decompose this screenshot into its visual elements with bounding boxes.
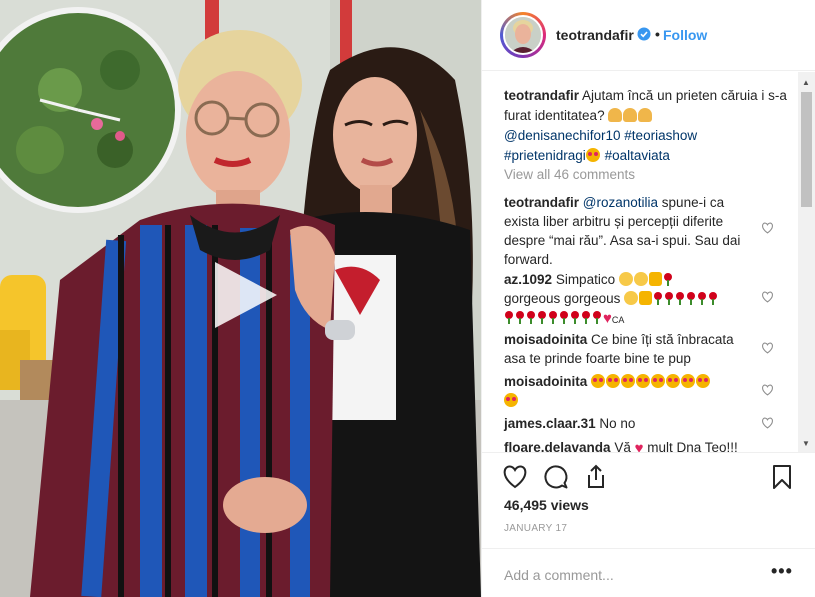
verified-badge-icon	[637, 27, 651, 41]
pray-emoji	[608, 108, 623, 122]
avatar[interactable]	[503, 15, 543, 55]
comment-text: Vă	[614, 440, 631, 452]
red-heart-emoji: ♥	[634, 440, 644, 452]
heart-eyes-emoji	[504, 393, 518, 407]
scream-emoji	[633, 272, 648, 286]
comment-mention[interactable]: @rozanotilia	[583, 195, 658, 210]
play-button[interactable]	[207, 258, 281, 332]
comment-like-heart-icon[interactable]	[761, 291, 774, 303]
comment-like-heart-icon[interactable]	[761, 384, 774, 396]
comment-like-heart-icon[interactable]	[761, 222, 774, 234]
rose-emoji	[581, 310, 591, 324]
views-count[interactable]: 46,495 views	[504, 497, 589, 513]
more-options-button[interactable]: •••	[771, 561, 793, 582]
comment-text: mult Dna Teo!!!	[647, 440, 738, 452]
comment-item: moisadoinita Ce bine îți stă înbracata a…	[504, 330, 756, 368]
rose-emoji	[526, 310, 536, 324]
caption-username[interactable]: teotrandafir	[504, 88, 579, 103]
caption-mention[interactable]: @denisanechifor10	[504, 128, 621, 143]
comment-username[interactable]: az.1092	[504, 272, 552, 287]
red-heart-emoji: ♥	[603, 310, 612, 327]
rose-emoji	[592, 310, 602, 324]
heart-eyes-emoji	[651, 374, 666, 388]
heart-eyes-emoji	[681, 374, 696, 388]
comment-text: Simpatico	[555, 272, 616, 287]
heart-eyes-emoji	[621, 374, 636, 388]
comments-list[interactable]: teotrandafir Ajutam încă un prieten căru…	[482, 72, 815, 452]
heart-eyes-emoji	[696, 374, 711, 388]
follow-button[interactable]: Follow	[663, 27, 707, 43]
scream-emoji	[624, 291, 639, 305]
post-header: teotrandafir • Follow	[482, 0, 815, 71]
pray-emoji	[638, 108, 653, 122]
scrollbar-thumb[interactable]	[801, 92, 812, 207]
caption-hashtag[interactable]: #prietenidragi	[504, 148, 586, 163]
scroll-down-arrow-icon[interactable]: ▼	[802, 439, 810, 448]
post-caption: teotrandafir Ajutam încă un prieten căru…	[504, 86, 794, 166]
comment-icon[interactable]	[543, 464, 569, 490]
rose-emoji	[663, 272, 673, 286]
heart-eyes-emoji	[606, 374, 621, 388]
comment-like-heart-icon[interactable]	[761, 417, 774, 429]
comment-username[interactable]: james.claar.31	[504, 416, 596, 431]
rose-emoji	[515, 310, 525, 324]
avatar-image	[505, 17, 541, 53]
rose-emoji	[675, 291, 685, 305]
comment-username[interactable]: teotrandafir	[504, 195, 579, 210]
comment-text: gorgeous gorgeous	[504, 291, 621, 306]
share-icon[interactable]	[583, 464, 609, 490]
heart-eyes-emoji	[591, 374, 606, 388]
rose-emoji	[559, 310, 569, 324]
add-comment-section: •••	[482, 548, 815, 597]
comment-item: moisadoinita	[504, 372, 756, 410]
view-all-comments-link[interactable]: View all 46 comments	[504, 167, 635, 182]
heart-eyes-emoji	[585, 148, 600, 162]
post-date: JANUARY 17	[504, 523, 568, 534]
rose-emoji	[664, 291, 674, 305]
scream-emoji	[618, 272, 633, 286]
post-video[interactable]	[0, 0, 481, 597]
comment-username[interactable]: moisadoinita	[504, 374, 587, 389]
rose-emoji	[548, 310, 558, 324]
post-actions: 46,495 views JANUARY 17 •••	[482, 452, 815, 597]
rose-emoji	[708, 291, 718, 305]
comment-text: No no	[599, 416, 636, 431]
heart-eyes-emoji	[666, 374, 681, 388]
thumbs-up-emoji	[648, 272, 662, 286]
scroll-up-arrow-icon[interactable]: ▲	[802, 78, 810, 87]
pray-emoji	[623, 108, 638, 122]
flag-suffix: CA	[611, 315, 625, 325]
thumbs-up-emoji	[639, 291, 653, 305]
caption-hashtag[interactable]: #oaltaviata	[605, 148, 670, 163]
post-author-username[interactable]: teotrandafir	[556, 27, 634, 43]
comment-username[interactable]: floare.delavanda	[504, 440, 611, 452]
heart-icon[interactable]	[502, 464, 528, 490]
caption-hashtag[interactable]: #teoriashow	[624, 128, 697, 143]
add-comment-input[interactable]	[504, 565, 754, 585]
comment-username[interactable]: moisadoinita	[504, 332, 587, 347]
comment-item: floare.delavanda Vă ♥ mult Dna Teo!!!	[504, 438, 756, 452]
comment-item: az.1092 Simpatico gorgeous gorgeous ♥CA	[504, 270, 756, 330]
bookmark-icon[interactable]	[769, 464, 795, 490]
comment-item: james.claar.31 No no	[504, 414, 756, 433]
separator-dot: •	[655, 26, 660, 42]
heart-eyes-emoji	[636, 374, 651, 388]
play-icon	[215, 262, 277, 328]
rose-emoji	[504, 310, 514, 324]
comment-item: teotrandafir @rozanotilia spune-i ca exi…	[504, 193, 756, 269]
rose-emoji	[570, 310, 580, 324]
rose-emoji	[686, 291, 696, 305]
comments-scrollbar[interactable]: ▲ ▼	[798, 72, 815, 452]
rose-emoji	[653, 291, 663, 305]
rose-emoji	[697, 291, 707, 305]
post-details-panel: teotrandafir • Follow teotrandafir Ajuta…	[481, 0, 815, 597]
story-ring[interactable]	[500, 12, 546, 58]
comment-like-heart-icon[interactable]	[761, 342, 774, 354]
rose-emoji	[537, 310, 547, 324]
